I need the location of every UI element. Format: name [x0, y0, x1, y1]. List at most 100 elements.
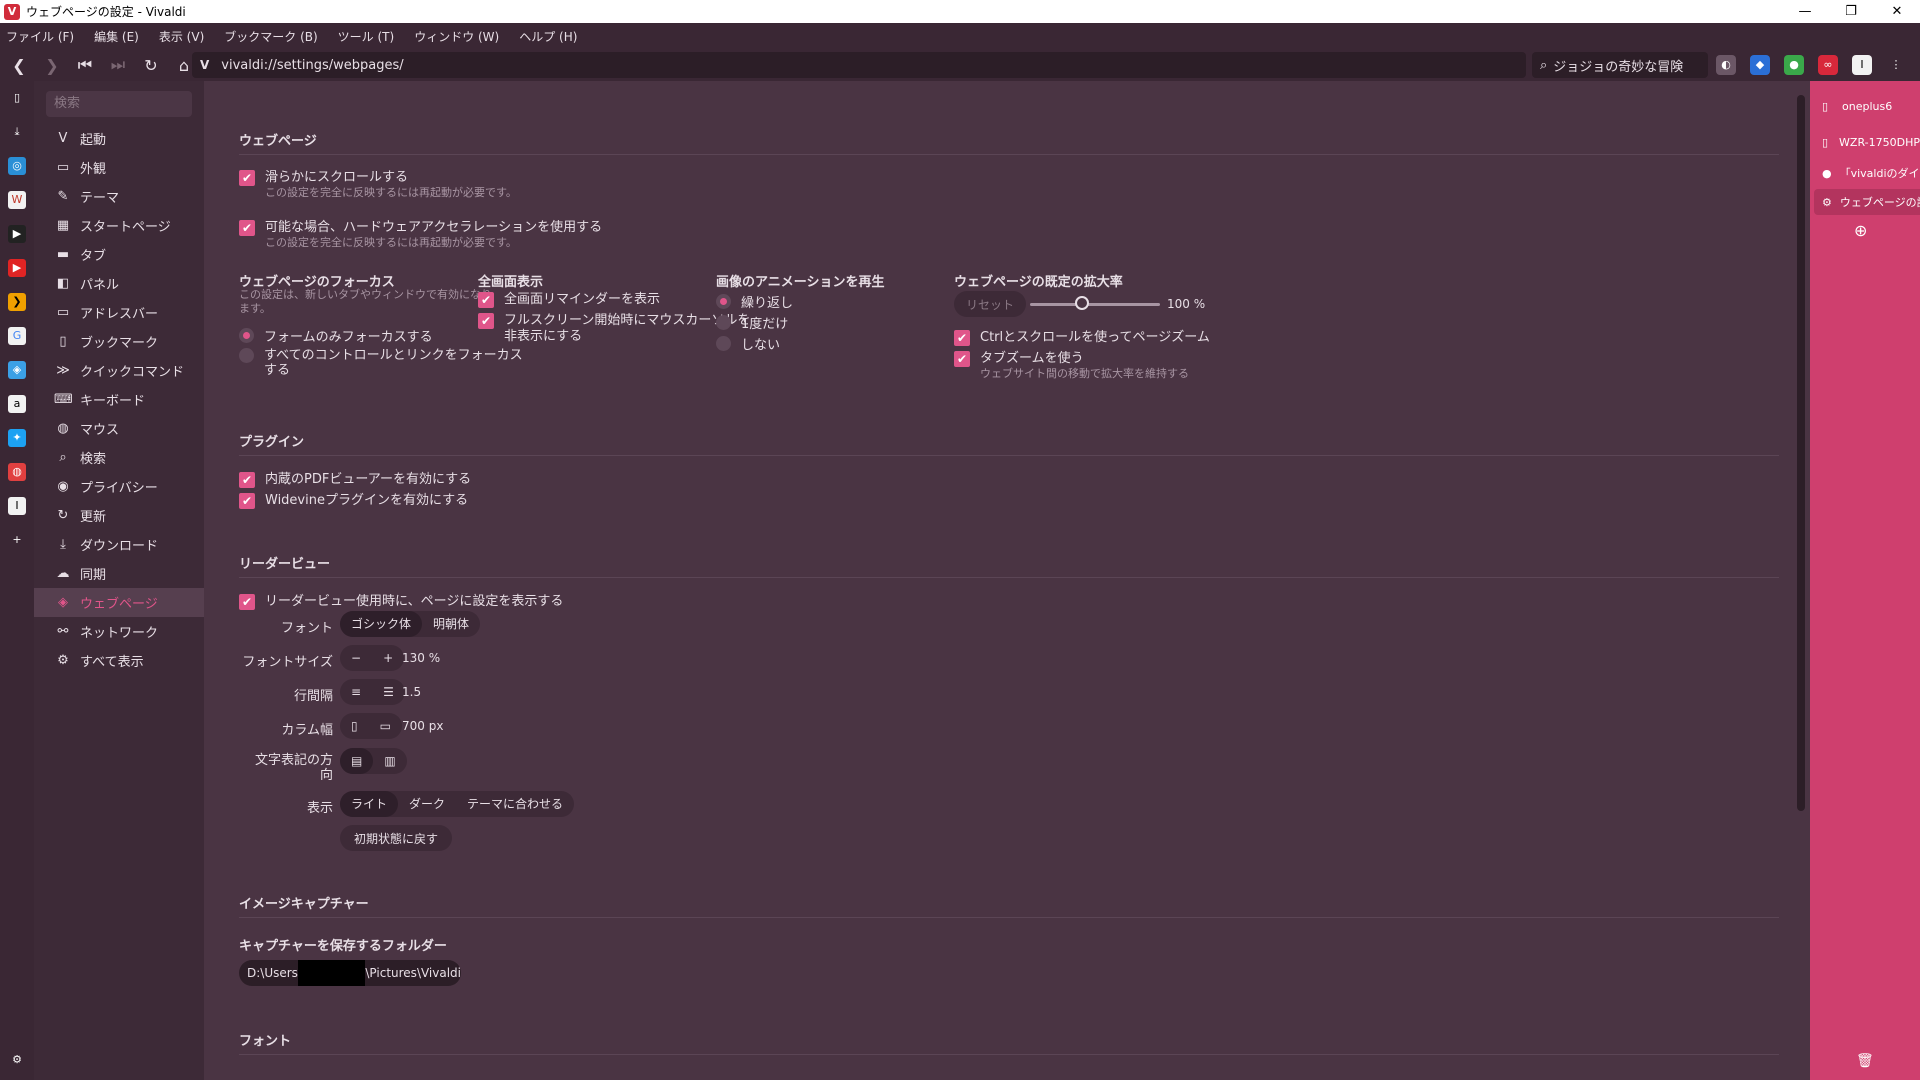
zoom-reset-button[interactable]: リセット [954, 291, 1027, 317]
sidebar-item[interactable]: ⚙ すべて表示 [34, 646, 204, 675]
menu-tools[interactable]: ツール (T) [338, 28, 395, 45]
menu-bookmarks[interactable]: ブックマーク (B) [224, 28, 317, 45]
sidebar-item[interactable]: ⚯ ネットワーク [34, 617, 204, 646]
lastpass-icon[interactable]: ∞ [1818, 55, 1838, 75]
tab-item[interactable]: ● 「vivaldiのダイレ [1814, 160, 1920, 186]
amazon-panel-icon[interactable]: a [8, 395, 26, 413]
tab-item[interactable]: ▯ WZR-1750DHP [1814, 129, 1920, 155]
site-info-icon[interactable]: V [200, 58, 209, 72]
widevine-checkbox[interactable]: ✔ Widevineプラグインを有効にする [239, 493, 468, 509]
font-mincho-option[interactable]: 明朝体 [422, 611, 480, 637]
size-decrease-button[interactable]: − [340, 645, 372, 671]
evernote-icon[interactable]: ● [1784, 55, 1804, 75]
reload-icon[interactable]: ↻ [137, 51, 165, 79]
line-increase-icon[interactable]: ☰ [372, 679, 405, 705]
tab-item[interactable]: ⚙ ウェブページの設定 [1814, 189, 1920, 215]
sidebar-item[interactable]: ▭ アドレスバー [34, 298, 204, 327]
menu-file[interactable]: ファイル (F) [6, 28, 74, 45]
zoom-slider-handle[interactable] [1075, 296, 1089, 310]
youtube-panel-icon[interactable]: ▶ [8, 259, 26, 277]
sidebar-item[interactable]: ✎ テーマ [34, 182, 204, 211]
settings-gear-icon[interactable]: ⚙ [8, 1051, 26, 1069]
sidebar-item[interactable]: ↻ 更新 [34, 501, 204, 530]
vertical-text-icon[interactable]: ▥ [373, 748, 406, 774]
animation-repeat-radio[interactable]: 繰り返し [716, 292, 793, 311]
wikipedia-panel-icon[interactable]: W [8, 191, 26, 209]
animation-never-radio[interactable]: しない [716, 334, 780, 353]
ctrl-scroll-zoom-checkbox[interactable]: ✔ Ctrlとスクロールを使ってページズーム [954, 330, 1210, 346]
menu-edit[interactable]: 編集 (E) [94, 28, 139, 45]
capture-folder-input[interactable]: D:\Users \Pictures\Vivaldi [239, 960, 461, 986]
safari-panel-icon[interactable]: ◍ [8, 463, 26, 481]
focus-all-radio[interactable]: すべてのコントロールとリンクをフォーカス する [239, 348, 523, 378]
size-increase-button[interactable]: + [372, 645, 404, 671]
sidebar-item[interactable]: ◍ マウス [34, 414, 204, 443]
smooth-scroll-checkbox[interactable]: ✔ 滑らかにスクロールする この設定を完全に反映するには再起動が必要です。 [239, 170, 517, 200]
fullscreen-reminder-checkbox[interactable]: ✔ 全画面リマインダーを表示 [478, 292, 660, 308]
restore-button[interactable]: ❐ [1828, 0, 1874, 23]
display-light-option[interactable]: ライト [340, 791, 399, 817]
bitwarden-icon[interactable]: ◆ [1750, 55, 1770, 75]
minimize-button[interactable]: — [1782, 0, 1828, 23]
menu-kebab-icon[interactable]: ⋮ [1886, 55, 1906, 75]
reader-show-settings-checkbox[interactable]: ✔ リーダービュー使用時に、ページに設定を表示する [239, 594, 563, 610]
hide-cursor-checkbox[interactable]: ✔ フルスクリーン開始時にマウスカーソルを 非表示にする [478, 313, 750, 345]
sidebar-item[interactable]: ▦ スタートページ [34, 211, 204, 240]
sidebar-item-icon: ▭ [56, 160, 70, 175]
menu-help[interactable]: ヘルプ (H) [519, 28, 577, 45]
zoom-slider[interactable] [1030, 303, 1160, 306]
back-icon[interactable]: ❮ [5, 51, 33, 79]
url-field[interactable]: V vivaldi://settings/webpages/ [192, 52, 1526, 78]
sidebar-item[interactable]: ⌨ キーボード [34, 385, 204, 414]
display-dark-option[interactable]: ダーク [398, 791, 456, 817]
line-decrease-icon[interactable]: ≡ [340, 679, 372, 705]
add-panel-icon[interactable]: + [8, 531, 26, 549]
twitter-panel-icon[interactable]: ✦ [8, 429, 26, 447]
video-panel-icon[interactable]: ▶ [8, 225, 26, 243]
menu-view[interactable]: 表示 (V) [159, 28, 204, 45]
plex-panel-icon[interactable]: ❯ [8, 293, 26, 311]
sidebar-item[interactable]: ⌕ 検索 [34, 443, 204, 472]
tab-zoom-checkbox[interactable]: ✔ タブズームを使う ウェブサイト間の移動で拡大率を維持する [954, 351, 1189, 381]
sidebar-item[interactable]: ◉ プライバシー [34, 472, 204, 501]
sidebar-item[interactable]: ☁ 同期 [34, 559, 204, 588]
new-tab-icon[interactable]: ⊕ [1854, 221, 1867, 240]
fast-forward-icon[interactable]: ⏭ [104, 51, 132, 79]
animation-once-radio[interactable]: 1度だけ [716, 313, 788, 332]
ublock-icon[interactable]: ◐ [1716, 55, 1736, 75]
rewind-icon[interactable]: ⏮ [71, 51, 99, 79]
sidebar-item[interactable]: ≫ クイックコマンド [34, 356, 204, 385]
sidebar-item[interactable]: ◈ ウェブページ [34, 588, 204, 617]
sidebar-item[interactable]: ▯ ブックマーク [34, 327, 204, 356]
pdf-viewer-checkbox[interactable]: ✔ 内蔵のPDFビューアーを有効にする [239, 472, 471, 488]
search-input[interactable]: ⌕ ジョジョの奇妙な冒険 [1532, 52, 1708, 78]
content-scrollbar[interactable] [1792, 81, 1810, 1080]
sidebar-item[interactable]: ◧ パネル [34, 269, 204, 298]
sidebar-item[interactable]: ⤓ ダウンロード [34, 530, 204, 559]
trash-icon[interactable]: 🗑 [1856, 1053, 1874, 1069]
instapaper-icon[interactable]: I [1852, 55, 1872, 75]
menu-window[interactable]: ウィンドウ (W) [414, 28, 499, 45]
bookmarks-panel-icon[interactable]: ▯ [8, 89, 26, 107]
maps-panel-icon[interactable]: ◎ [8, 157, 26, 175]
google-panel-icon[interactable]: G [8, 327, 26, 345]
instapaper-panel-icon[interactable]: I [8, 497, 26, 515]
forward-icon[interactable]: ❯ [38, 51, 66, 79]
hw-accel-checkbox[interactable]: ✔ 可能な場合、ハードウェアアクセラレーションを使用する この設定を完全に反映す… [239, 220, 602, 250]
display-theme-option[interactable]: テーマに合わせる [456, 791, 574, 817]
focus-forms-radio[interactable]: フォームのみフォーカスする [239, 326, 433, 345]
horizontal-text-icon[interactable]: ▤ [340, 748, 374, 774]
tab-item[interactable]: ▯ oneplus6 [1814, 93, 1920, 119]
font-gothic-option[interactable]: ゴシック体 [340, 611, 423, 637]
downloads-panel-icon[interactable]: ⤓ [8, 123, 26, 141]
column-wide-icon[interactable]: ▭ [369, 713, 402, 739]
settings-search-input[interactable]: 検索 [46, 91, 192, 117]
web-panel-icon[interactable]: ◈ [8, 361, 26, 379]
scrollbar-thumb[interactable] [1797, 95, 1805, 811]
sidebar-item[interactable]: V 起動 [34, 124, 204, 153]
sidebar-item[interactable]: ▭ 外観 [34, 153, 204, 182]
column-narrow-icon[interactable]: ▯ [340, 713, 369, 739]
reader-reset-button[interactable]: 初期状態に戻す [340, 825, 453, 851]
close-button[interactable]: ✕ [1874, 0, 1920, 23]
sidebar-item[interactable]: ▬ タブ [34, 240, 204, 269]
